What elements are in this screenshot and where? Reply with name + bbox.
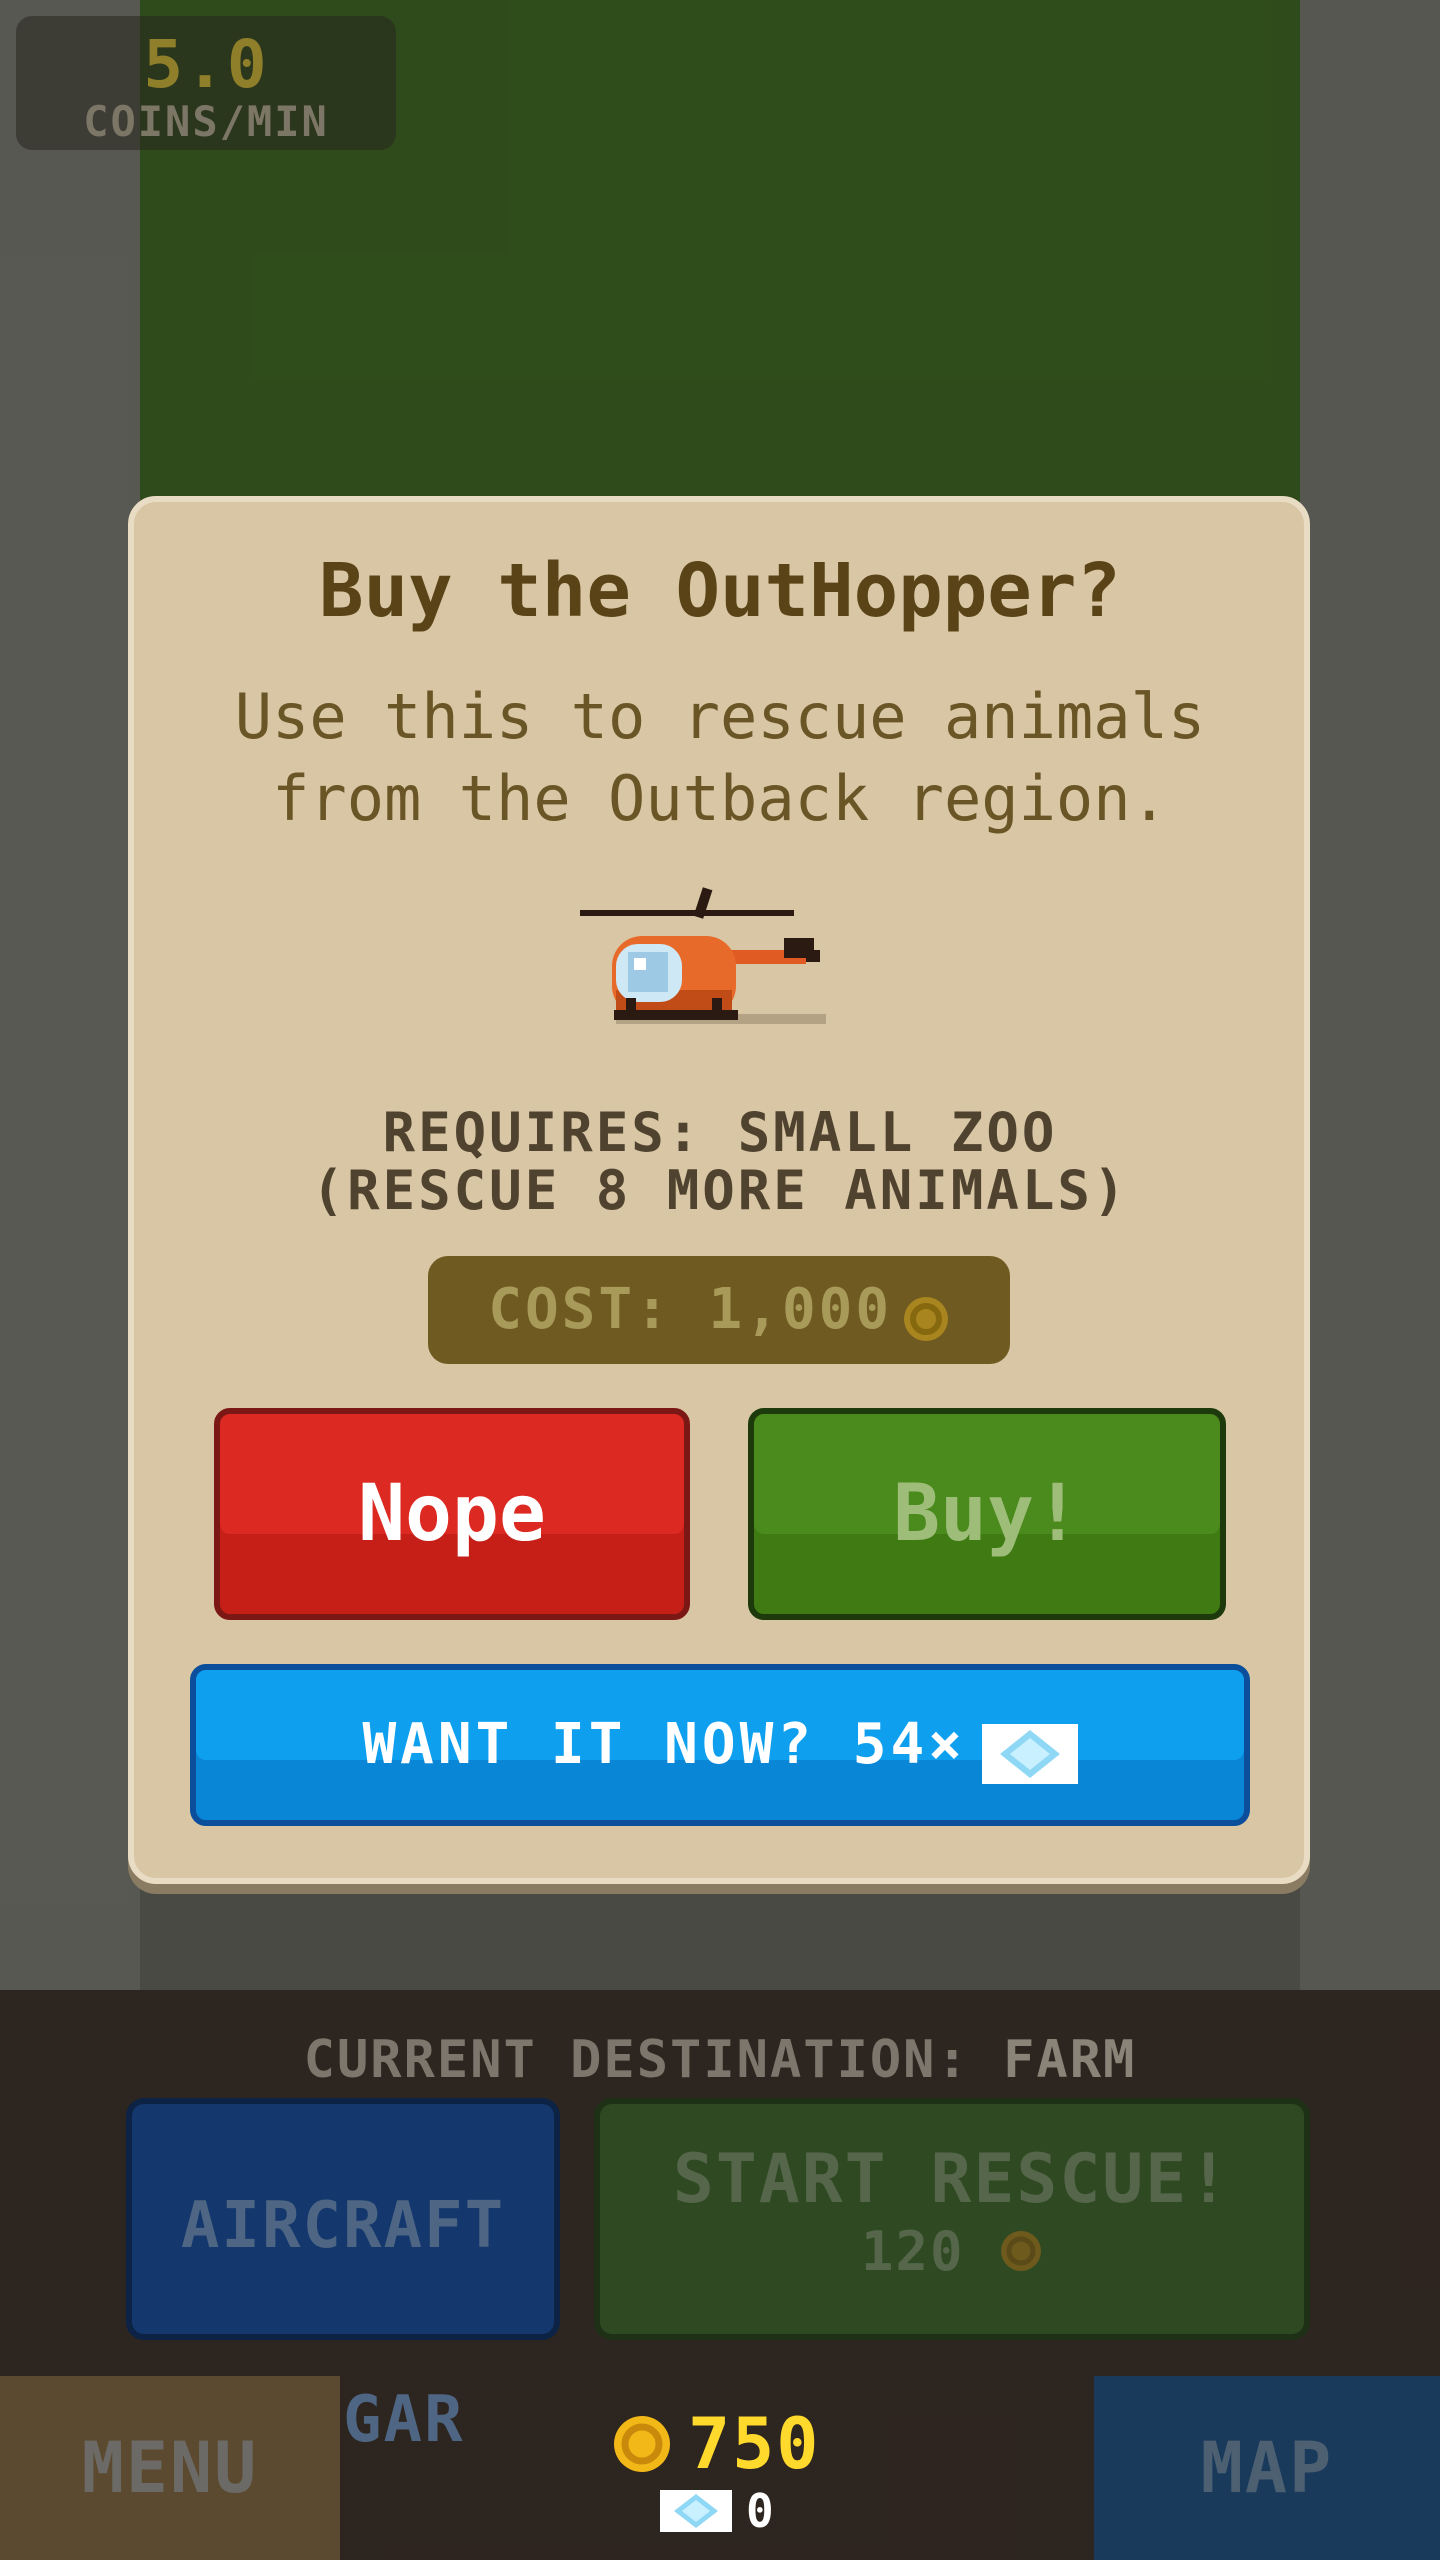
coin-icon xyxy=(1001,2231,1042,2272)
gem-count: 0 xyxy=(746,2484,776,2538)
want-it-now-label: WANT IT NOW? 54× xyxy=(362,1712,966,1777)
aircraft-hangar-button[interactable]: AIRCRAFT HANGAR xyxy=(126,2098,560,2457)
coin-icon xyxy=(903,1296,948,1341)
coins-per-min-value: 5.0 xyxy=(143,26,269,103)
hangar-label-line1: AIRCRAFT xyxy=(180,2189,506,2263)
nope-label: Nope xyxy=(358,1469,546,1559)
nope-button[interactable]: Nope xyxy=(214,1408,690,1620)
coin-balance: 750 xyxy=(612,2404,828,2484)
rescue-cost: 120 xyxy=(600,2220,1304,2284)
map-button[interactable]: MAP xyxy=(1094,2376,1440,2560)
buy-button[interactable]: Buy! xyxy=(748,1408,1226,1620)
requirements-text: REQUIRES: SMALL ZOO (RESCUE 8 MORE ANIMA… xyxy=(200,1104,1240,1220)
buy-label: Buy! xyxy=(893,1469,1081,1559)
menu-label: MENU xyxy=(81,2427,259,2509)
coins-per-min-badge: 5.0 COINS/MIN xyxy=(16,16,396,150)
want-it-now-button[interactable]: WANT IT NOW? 54× xyxy=(190,1664,1250,1826)
gem-icon xyxy=(660,2490,732,2532)
gem-icon xyxy=(981,1723,1078,1784)
destination-value: FARM xyxy=(1003,2030,1137,2090)
coins-per-min-label: COINS/MIN xyxy=(83,97,329,146)
cost-badge: COST: 1,000 xyxy=(428,1256,1010,1364)
start-rescue-label: START RESCUE! xyxy=(672,2140,1232,2219)
coin-count: 750 xyxy=(688,2403,821,2485)
dialog-description: Use this to rescue animals from the Outb… xyxy=(234,680,1206,835)
start-rescue-button[interactable]: START RESCUE! 120 xyxy=(594,2098,1310,2340)
requires-line1: REQUIRES: SMALL ZOO xyxy=(382,1101,1058,1164)
map-label: MAP xyxy=(1200,2427,1334,2509)
current-destination: CURRENT DESTINATION: FARM xyxy=(0,2030,1440,2090)
coin-icon xyxy=(614,2416,670,2472)
cost-label: COST: 1,000 xyxy=(488,1277,893,1342)
helicopter-icon xyxy=(580,887,826,1024)
destination-prefix: CURRENT DESTINATION: xyxy=(303,2030,970,2090)
requires-line2: (RESCUE 8 MORE ANIMALS) xyxy=(311,1159,1129,1222)
menu-button[interactable]: MENU xyxy=(0,2376,340,2560)
rescue-cost-value: 120 xyxy=(860,2220,965,2283)
dialog-title: Buy the OutHopper? xyxy=(319,548,1121,634)
gem-balance: 0 xyxy=(660,2486,800,2536)
